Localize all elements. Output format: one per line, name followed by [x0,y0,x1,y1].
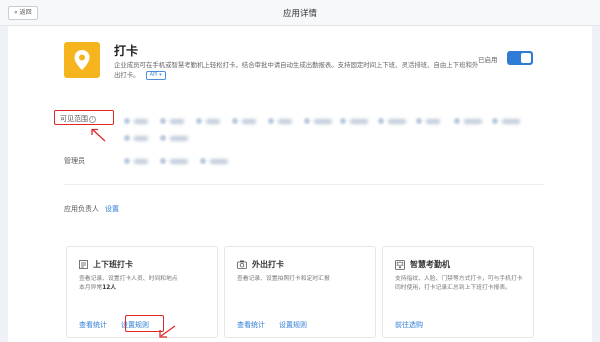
scope-member [196,117,220,125]
scope-member [492,117,520,125]
calendar-list-icon [79,260,88,269]
info-icon[interactable]: i [89,115,96,123]
scope-member [454,117,482,125]
scope-label-text: 可见范围 [60,115,88,123]
card-outside-clock-in: 外出打卡 查看记录、设置拍照打卡和定时汇报 查看统计 设置规则 [224,246,376,338]
admin-member [200,157,228,165]
card-description: 查看记录、设置打卡人员、时间和地点 本月异常12人 [79,275,209,293]
app-name: 打卡 [114,44,139,58]
admin-member [160,157,188,165]
attendance-machine-icon [395,259,405,270]
card-count-label: 本月异常 [79,285,103,291]
app-description-text: 企业成员可在手机或智慧考勤机上轻松打卡，结合审批中请自动生成出勤报表。支持固定时… [114,61,479,79]
scope-member [340,117,368,125]
scope-member [160,134,188,142]
admin-member [124,157,148,165]
card-smart-attendance-machine: 智慧考勤机 支持指纹、人脸、门禁等方式打卡，可与手机打卡同时使用，打卡记录汇总到… [382,246,534,338]
camera-icon [237,260,247,269]
owner-set-link[interactable]: 设置 [105,205,119,213]
card-count-value: 12人 [102,285,117,291]
scope-member [378,117,406,125]
app-description: 企业成员可在手机或智慧考勤机上轻松打卡，结合审批中请自动生成出勤报表。支持固定时… [114,60,484,80]
set-rules-link[interactable]: 设置规则 [279,320,307,330]
red-arrow-icon [159,325,176,338]
card-description: 支持指纹、人脸、门禁等方式打卡，可与手机打卡同时使用，打卡记录汇总到上下班打卡报… [395,276,523,291]
scope-label[interactable]: 可见范围 i [60,114,96,124]
owner-row: 应用负责人 设置 [64,204,119,214]
page-title: 应用详情 [282,9,317,19]
card-title: 外出打卡 [252,260,284,269]
card-title: 上下班打卡 [93,260,133,269]
card-description-text: 查看记录、设置打卡人员、时间和地点 [79,276,178,282]
location-pin-icon [64,42,100,78]
scope-member [160,117,184,125]
scope-member [304,117,332,125]
enabled-label: 已启用 [478,56,498,64]
red-arrow-icon [91,128,106,142]
owner-label: 应用负责人 [64,205,99,213]
enable-toggle[interactable] [507,51,533,65]
card-clock-in-out: 上下班打卡 查看记录、设置打卡人员、时间和地点 本月异常12人 查看统计 设置规… [66,246,218,338]
scope-member [124,134,148,142]
api-tag[interactable]: API ▾ [145,70,166,80]
scope-member [232,117,256,125]
app-detail-panel: 打卡 企业成员可在手机或智慧考勤机上轻松打卡，结合审批中请自动生成出勤报表。支持… [8,26,592,342]
card-description: 查看记录、设置拍照打卡和定时汇报 [237,276,330,282]
toggle-knob [521,53,531,63]
admins-label: 管理员 [64,157,85,165]
divider [64,184,544,185]
scope-member [268,117,292,125]
scope-member [124,117,148,125]
top-bar: « 返回 应用详情 [0,0,600,26]
view-stats-link[interactable]: 查看统计 [79,320,107,330]
view-stats-link[interactable]: 查看统计 [237,320,265,330]
card-title: 智慧考勤机 [410,260,450,269]
buy-link[interactable]: 前往选购 [395,320,423,330]
scope-member [416,117,440,125]
